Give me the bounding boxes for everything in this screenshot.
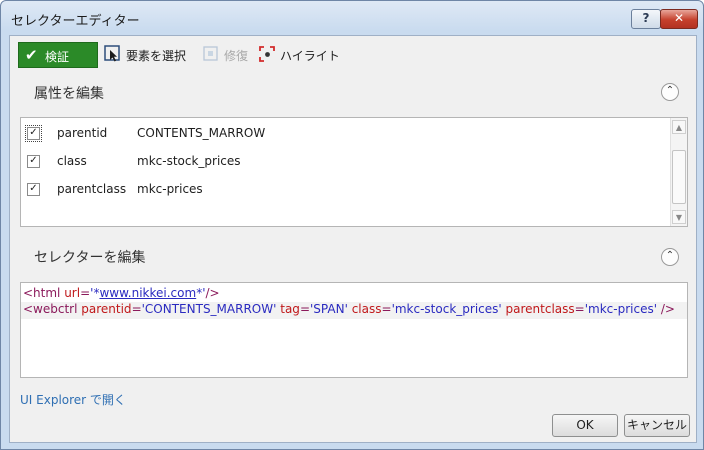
selector-editor-window: セレクターエディター ? ✕ ✔ 検証 要素を選択 修復 ハイライト 属性を編集… [0, 0, 704, 450]
attribute-row-class[interactable]: ✓ class mkc-stock_prices [21, 152, 661, 172]
class-attribute: class [351, 302, 382, 316]
dialog-body: ✔ 検証 要素を選択 修復 ハイライト 属性を編集 ⌃ ✓ parentid C… [9, 35, 697, 443]
parentclass-attribute: parentclass [505, 302, 575, 316]
parentid-value: 'CONTENTS_MARROW' [141, 302, 277, 316]
highlight-button[interactable]: ハイライト [258, 45, 348, 65]
parentclass-value: 'mkc-prices' [584, 302, 657, 316]
verify-label: 検証 [45, 50, 70, 64]
attribute-name: parentid [57, 126, 108, 140]
close-button[interactable]: ✕ [660, 9, 698, 29]
attribute-row-parentclass[interactable]: ✓ parentclass mkc-prices [21, 180, 661, 200]
toolbar: ✔ 検証 要素を選択 修復 ハイライト [18, 42, 688, 68]
edit-selector-heading: セレクターを編集 [34, 250, 146, 266]
tag-attribute: tag [280, 302, 300, 316]
scroll-down-icon[interactable]: ▼ [672, 210, 686, 224]
highlight-icon [259, 46, 275, 62]
open-in-ui-explorer-link[interactable]: UI Explorer で開く [20, 391, 126, 408]
attribute-value[interactable]: mkc-stock_prices [137, 154, 241, 168]
collapse-selector-icon[interactable]: ⌃ [661, 248, 679, 266]
attribute-row-parentid[interactable]: ✓ parentid CONTENTS_MARROW [21, 124, 661, 144]
tag-value: 'SPAN' [310, 302, 348, 316]
selector-line-html[interactable]: <html url='*www.nikkei.com*'/> [23, 286, 220, 300]
attributes-scrollbar[interactable]: ▲ ▼ [670, 118, 687, 226]
html-tag-open: <html [23, 286, 65, 300]
class-value: 'mkc-stock_prices' [391, 302, 502, 316]
help-button[interactable]: ? [631, 9, 661, 29]
title-bar[interactable]: セレクターエディター ? ✕ [1, 1, 703, 35]
selector-line-webctrl[interactable]: <webctrl parentid='CONTENTS_MARROW' tag=… [21, 302, 687, 319]
repair-button[interactable]: 修復 [202, 45, 254, 65]
attribute-checkbox[interactable]: ✓ [25, 125, 42, 142]
html-tag-close: /> [205, 286, 220, 300]
webctrl-tag-open: <webctrl [23, 302, 82, 316]
attribute-checkbox[interactable]: ✓ [27, 183, 40, 196]
attribute-name: parentclass [57, 182, 127, 196]
ok-button[interactable]: OK [552, 414, 618, 437]
select-element-label: 要素を選択 [126, 49, 187, 63]
url-quote-close: *' [196, 286, 206, 300]
attribute-value[interactable]: mkc-prices [137, 182, 203, 196]
collapse-attributes-icon[interactable]: ⌃ [661, 83, 679, 101]
edit-attributes-heading: 属性を編集 [34, 86, 104, 102]
repair-label: 修復 [224, 49, 249, 63]
select-element-button[interactable]: 要素を選択 [104, 45, 194, 65]
select-element-icon [104, 45, 120, 62]
scroll-thumb[interactable] [672, 150, 686, 204]
attribute-name: class [57, 154, 87, 168]
webctrl-tag-close: /> [660, 302, 675, 316]
window-title: セレクターエディター [11, 14, 140, 29]
attribute-checkbox[interactable]: ✓ [27, 155, 40, 168]
url-value[interactable]: www.nikkei.com [99, 286, 196, 300]
repair-icon [203, 46, 218, 61]
url-attribute: url [64, 286, 81, 300]
equals-sign: = [80, 286, 91, 300]
highlight-label: ハイライト [280, 49, 340, 63]
verify-button[interactable]: ✔ 検証 [18, 42, 98, 68]
attribute-value[interactable]: CONTENTS_MARROW [137, 126, 265, 140]
scroll-up-icon[interactable]: ▲ [672, 120, 686, 134]
attributes-list: ✓ parentid CONTENTS_MARROW ✓ class mkc-s… [20, 117, 688, 227]
parentid-attribute: parentid [81, 302, 132, 316]
cancel-button[interactable]: キャンセル [624, 414, 690, 437]
checkmark-icon: ✔ [25, 46, 38, 64]
selector-editor[interactable]: <html url='*www.nikkei.com*'/> <webctrl … [20, 282, 688, 378]
